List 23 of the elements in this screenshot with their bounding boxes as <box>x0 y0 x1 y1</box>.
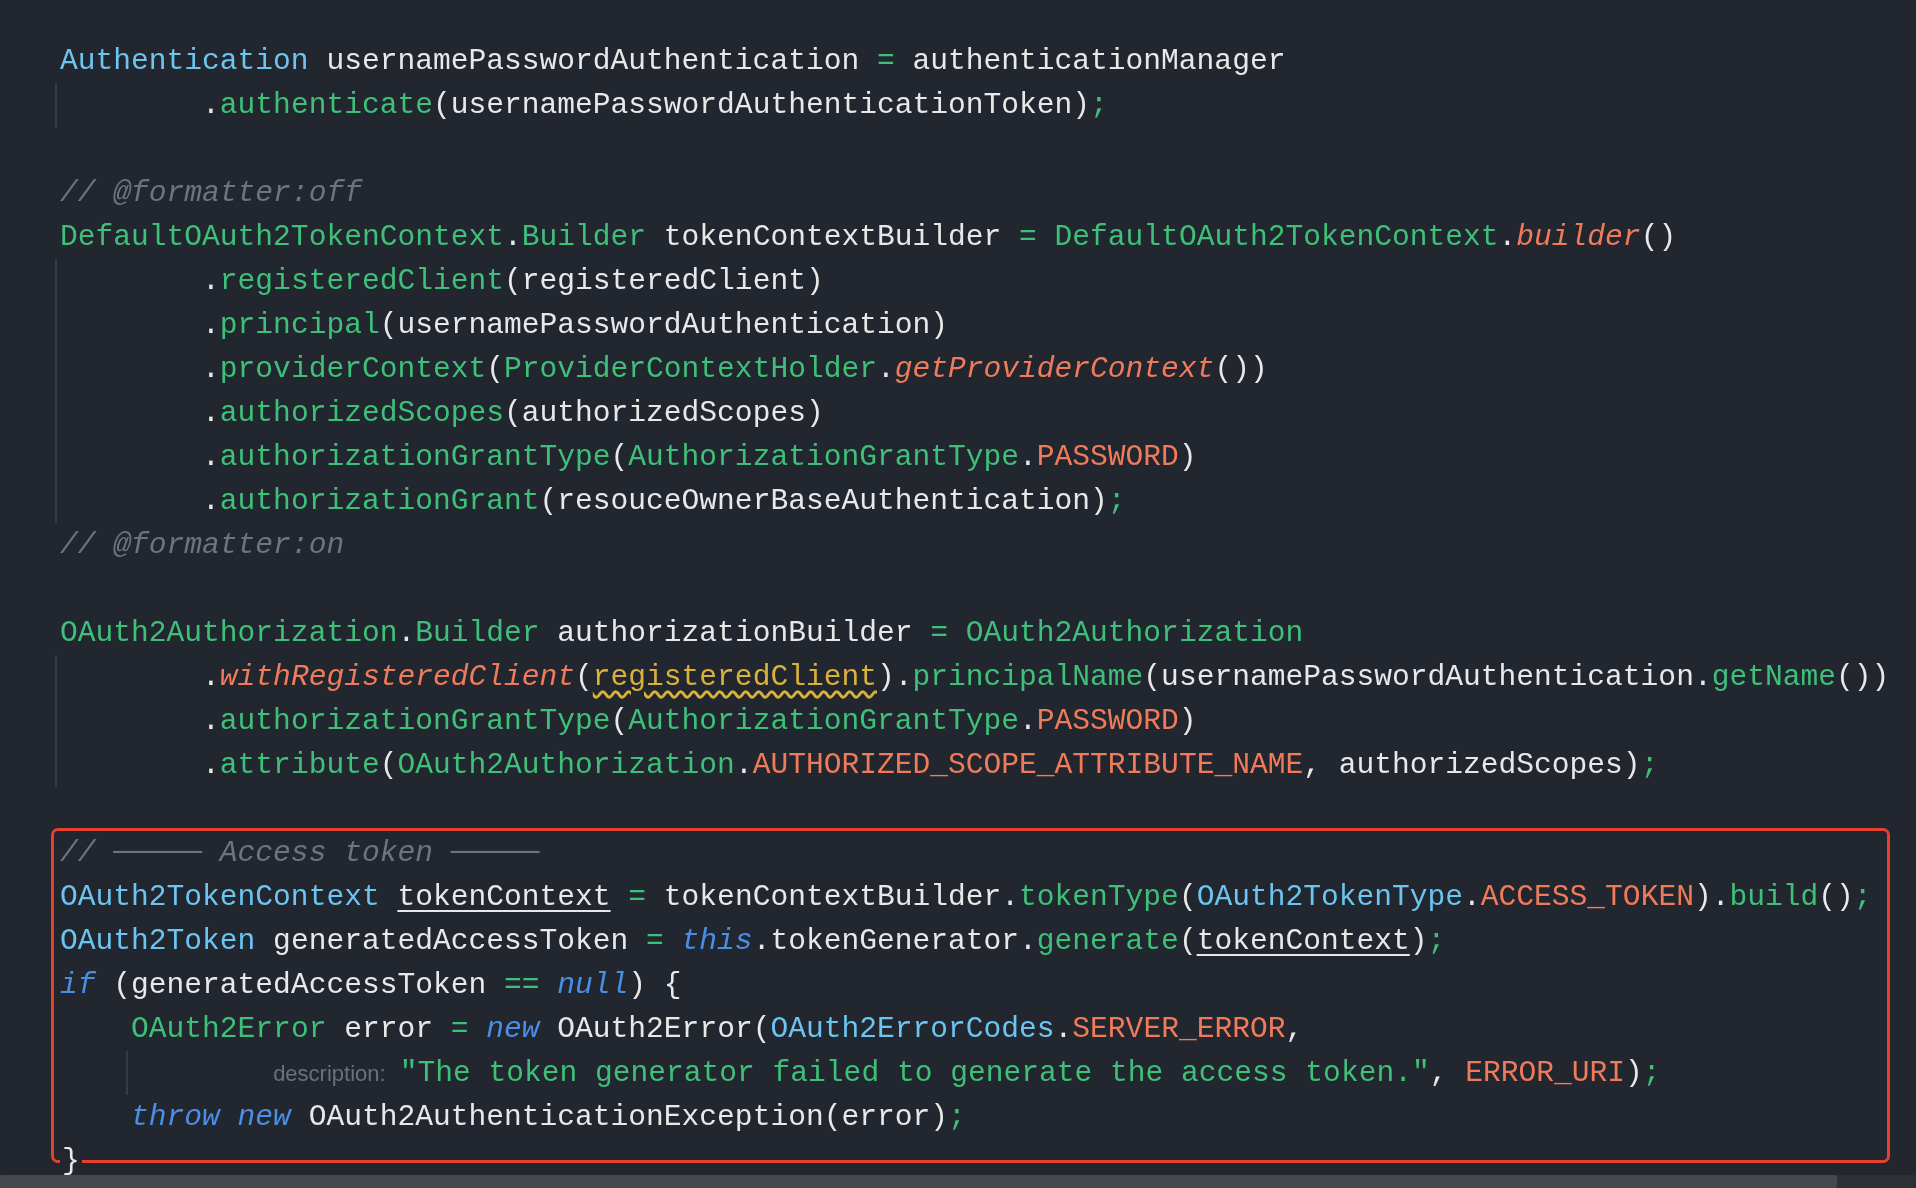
code-line: .registeredClient(registeredClient) <box>202 264 824 298</box>
code-line: Authentication usernamePasswordAuthentication = authenticationManager <box>60 44 1286 78</box>
code-comment: // ───── Access token ───── <box>60 836 540 870</box>
code-line: if (generatedAccessToken == null) { <box>60 968 682 1002</box>
code-line: .attribute(OAuth2Authorization.AUTHORIZED_SCOPE_ATTRIBUTE_NAME, authorizedScopes); <box>202 748 1659 782</box>
code-line: .authorizationGrant(resouceOwnerBaseAuthentication); <box>202 484 1126 518</box>
code-line: .authenticate(usernamePasswordAuthenticationToken); <box>202 88 1108 122</box>
code-line: .withRegisteredClient(registeredClient).principalName(usernamePasswordAuthentication.getName()) <box>202 660 1890 694</box>
code-line: DefaultOAuth2TokenContext.Builder tokenContextBuilder = DefaultOAuth2TokenContext.builder() <box>60 220 1677 254</box>
code-line: throw new OAuth2AuthenticationException(error); <box>131 1100 966 1134</box>
code-line: .providerContext(ProviderContextHolder.getProviderContext()) <box>202 352 1268 386</box>
code-line: OAuth2Error error = new OAuth2Error(OAuth2ErrorCodes.SERVER_ERROR, <box>131 1012 1304 1046</box>
code-comment: // @formatter:off <box>60 176 362 210</box>
code-line: .authorizationGrantType(AuthorizationGrantType.PASSWORD) <box>202 440 1197 474</box>
code-line: OAuth2TokenContext tokenContext = tokenContextBuilder.tokenType(OAuth2TokenType.ACCESS_TOKEN).build(); <box>60 880 1872 914</box>
code-line: "The token generator failed to generate the access token.", ERROR_URI); <box>399 1056 1661 1090</box>
code-line: .authorizedScopes(authorizedScopes) <box>202 396 824 430</box>
code-line: .authorizationGrantType(AuthorizationGrantType.PASSWORD) <box>202 704 1197 738</box>
code-line: .principal(usernamePasswordAuthentication) <box>202 308 948 342</box>
code-comment: // @formatter:on <box>60 528 345 562</box>
inlay-hint: description: <box>273 1061 386 1086</box>
code-line: OAuth2Token generatedAccessToken = this.tokenGenerator.generate(tokenContext); <box>60 924 1446 958</box>
code-line: OAuth2Authorization.Builder authorizationBuilder = OAuth2Authorization <box>60 616 1304 650</box>
